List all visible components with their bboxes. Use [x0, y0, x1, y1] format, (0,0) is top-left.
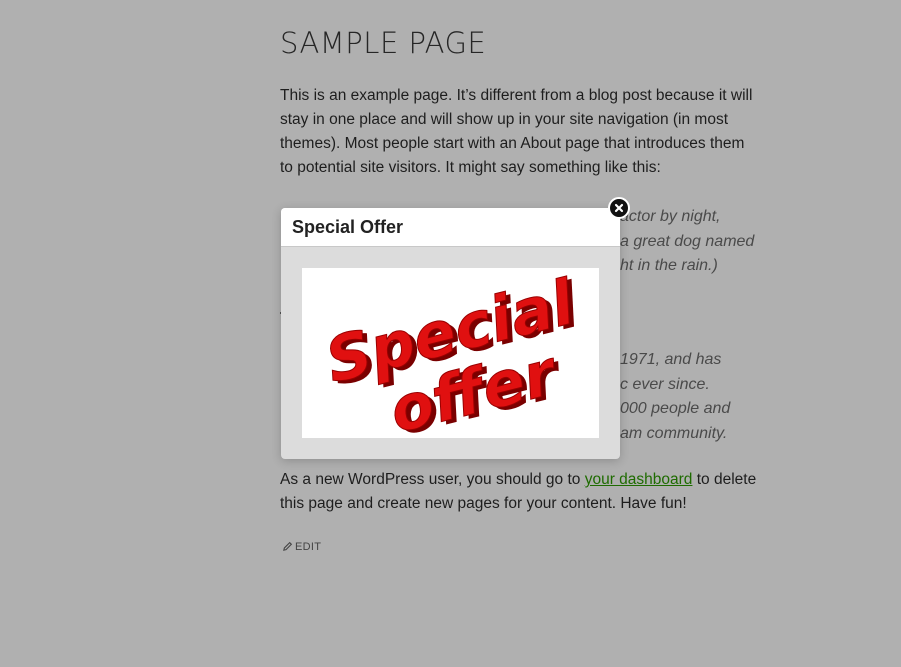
edit-link[interactable]: EDIT [282, 541, 321, 553]
edit-label: EDIT [295, 541, 322, 553]
quote-fragment-2: 1971, and has c ever since. 000 people a… [620, 348, 780, 446]
quote-line: am community. [620, 424, 728, 442]
page-title: SAMPLE PAGE [280, 26, 487, 60]
outro-paragraph: As a new WordPress user, you should go t… [280, 468, 758, 516]
quote-fragment-1: actor by night, a great dog named ht in … [620, 205, 780, 279]
special-offer-graphic: Special Special offer offer [318, 265, 586, 450]
quote-line: a great dog named [620, 232, 755, 250]
quote-line: actor by night, [620, 208, 721, 225]
special-offer-image[interactable]: Special Special offer offer [302, 265, 599, 450]
quote-line: ht in the rain.) [620, 257, 718, 274]
page-content: SAMPLE PAGE This is an example page. It’… [280, 24, 758, 201]
close-icon [614, 203, 624, 213]
quote-line: 1971, and has [620, 351, 722, 368]
modal-title: Special Offer [281, 208, 620, 247]
outro-text: As a new WordPress user, you should go t… [280, 471, 585, 488]
quote-line: 000 people and [620, 400, 731, 417]
pencil-icon [283, 541, 293, 551]
dashboard-link[interactable]: your dashboard [585, 471, 693, 488]
intro-paragraph: This is an example page. It’s different … [280, 87, 753, 176]
modal-close-button[interactable] [608, 197, 630, 219]
quote-line: c ever since. [620, 375, 710, 393]
special-offer-modal: Special Offer Special Special offer offe… [281, 208, 620, 459]
